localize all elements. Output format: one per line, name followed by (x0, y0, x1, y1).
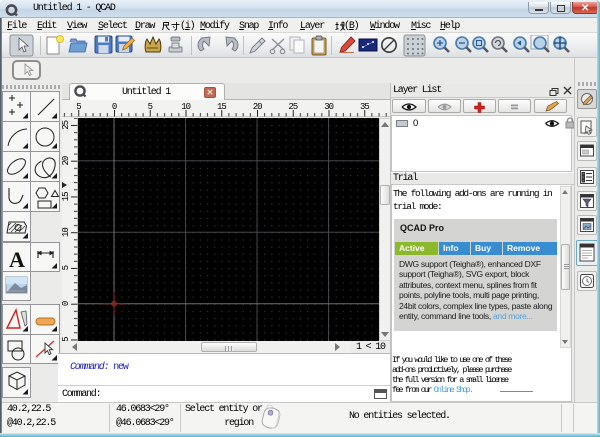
svg-text:5: 5 (62, 265, 71, 270)
svg-text:A: A (9, 247, 25, 272)
svg-text:25: 25 (288, 102, 297, 112)
svg-text:5: 5 (76, 102, 81, 112)
svg-text:15: 15 (217, 102, 226, 112)
svg-text:35: 35 (360, 102, 369, 112)
svg-text:20: 20 (62, 156, 71, 165)
svg-text:0: 0 (112, 102, 117, 112)
svg-text:25: 25 (62, 120, 71, 129)
svg-text:10: 10 (181, 102, 190, 112)
svg-text:5: 5 (148, 102, 153, 112)
svg-text:30: 30 (324, 102, 333, 112)
svg-text:10: 10 (62, 228, 71, 237)
svg-text:20: 20 (253, 102, 262, 112)
svg-text:15: 15 (62, 192, 71, 201)
svg-text:0: 0 (62, 301, 71, 306)
